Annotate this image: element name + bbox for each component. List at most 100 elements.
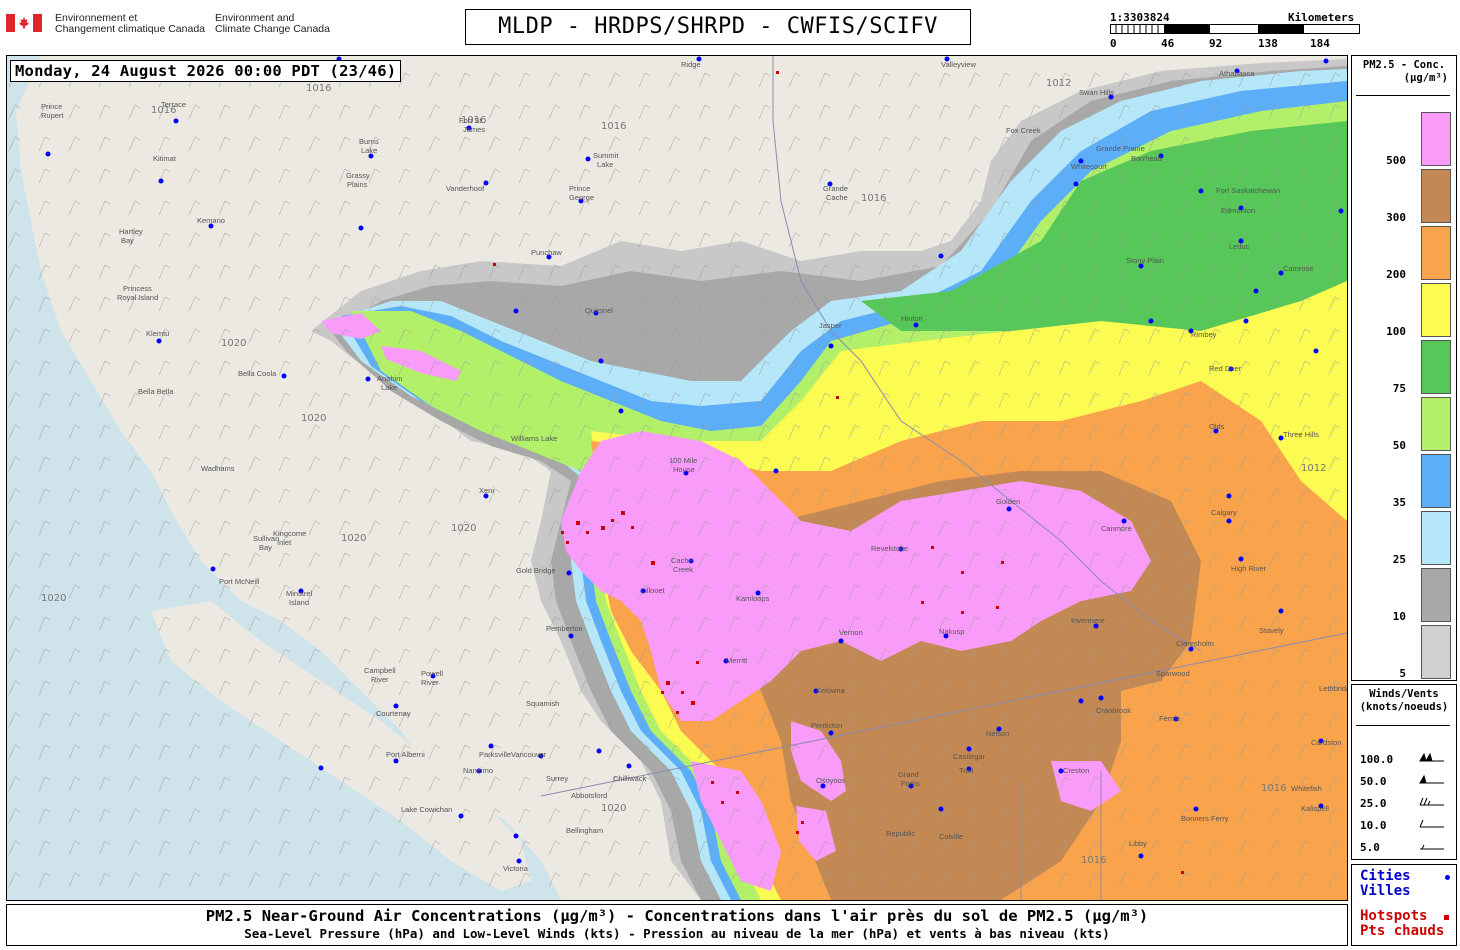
svg-text:River: River	[371, 675, 389, 684]
svg-text:Revelstoke: Revelstoke	[871, 544, 908, 553]
svg-text:Abbotsford: Abbotsford	[571, 791, 607, 800]
svg-text:Rimbey: Rimbey	[1191, 330, 1217, 339]
svg-text:Xeni: Xeni	[479, 486, 494, 495]
svg-text:George: George	[569, 193, 594, 202]
legend-swatch-100	[1421, 283, 1451, 337]
legend-level-label: 5	[1399, 667, 1406, 680]
legend-title-line2: (µg/m³)	[1403, 72, 1448, 84]
svg-text:Gold Bridge: Gold Bridge	[516, 566, 556, 575]
svg-text:Summit: Summit	[593, 151, 619, 160]
map-canvas[interactable]: 1016 1016 1016 1020 1020 1020 1020 1016 1016 1…	[7, 56, 1347, 900]
product-title: MLDP - HRDPS/SHRPD - CWFIS/SCIFV	[465, 9, 971, 45]
svg-text:Camrose: Camrose	[1283, 264, 1313, 273]
svg-text:Kemano: Kemano	[197, 216, 225, 225]
legend-level-label: 300	[1386, 211, 1406, 224]
svg-text:Forks: Forks	[901, 779, 920, 788]
svg-text:Grassy: Grassy	[346, 171, 370, 180]
legend-cities: Cities	[1360, 868, 1411, 884]
svg-text:Three Hills: Three Hills	[1283, 430, 1319, 439]
svg-text:Invermere: Invermere	[1071, 616, 1105, 625]
legend-swatch-5	[1421, 625, 1451, 679]
svg-text:Nakusp: Nakusp	[939, 627, 964, 636]
legend-villes: Villes	[1360, 883, 1411, 899]
legend-hotspots: Hotspots	[1360, 908, 1428, 924]
legend-level-label: 200	[1386, 268, 1406, 281]
svg-text:1016: 1016	[306, 83, 331, 94]
svg-text:Whitefish: Whitefish	[1291, 784, 1322, 793]
svg-text:Bella Coola: Bella Coola	[238, 369, 277, 378]
svg-text:Punchaw: Punchaw	[531, 248, 562, 257]
svg-text:Kelowna: Kelowna	[816, 686, 846, 695]
points-legend: Cities Villes Hotspots Pts chauds	[1351, 864, 1457, 946]
svg-text:Kalispell: Kalispell	[1301, 804, 1329, 813]
svg-text:Jasper: Jasper	[819, 321, 842, 330]
legend-swatch-300	[1421, 169, 1451, 223]
scale-tick-4: 184	[1310, 37, 1330, 50]
svg-text:1020: 1020	[451, 523, 476, 534]
svg-text:Castlegar: Castlegar	[953, 752, 986, 761]
svg-text:Fernie: Fernie	[1159, 714, 1180, 723]
svg-text:1020: 1020	[301, 413, 326, 424]
svg-text:1016: 1016	[861, 193, 886, 204]
legend-swatch-200	[1421, 226, 1451, 280]
scale-ratio: 1:3303824	[1110, 11, 1170, 24]
svg-text:Lake Cowichan: Lake Cowichan	[401, 805, 452, 814]
svg-text:Minstrel: Minstrel	[286, 589, 313, 598]
svg-text:High River: High River	[1231, 564, 1267, 573]
svg-text:Wadhams: Wadhams	[201, 464, 235, 473]
svg-text:Creston: Creston	[1063, 766, 1089, 775]
legend-swatch-10	[1421, 568, 1451, 622]
scale-tick-0: 0	[1110, 37, 1117, 50]
canada-flag-icon	[6, 14, 42, 32]
svg-text:Athabasca: Athabasca	[1219, 69, 1255, 78]
svg-text:Campbell: Campbell	[364, 666, 396, 675]
svg-text:1020: 1020	[601, 803, 626, 814]
legend-divider	[1356, 95, 1450, 96]
footer-line2: Sea-Level Pressure (hPa) and Low-Level W…	[244, 926, 1110, 941]
legend-pts-chauds: Pts chauds	[1360, 923, 1445, 939]
svg-text:1016: 1016	[601, 121, 626, 132]
legend-level-label: 100	[1386, 325, 1406, 338]
svg-text:Klemtu: Klemtu	[146, 329, 169, 338]
svg-text:1016: 1016	[1081, 855, 1106, 866]
legend-level-label: 10	[1392, 610, 1406, 623]
scale-tick-3: 138	[1258, 37, 1278, 50]
svg-text:Vanderhoof: Vanderhoof	[446, 184, 485, 193]
svg-text:Plains: Plains	[347, 180, 368, 189]
gov-fr-line2: Changement climatique Canada	[55, 23, 206, 35]
legend-swatch-50	[1421, 397, 1451, 451]
footer-line1: PM2.5 Near-Ground Air Concentrations (µg…	[205, 907, 1149, 925]
svg-text:Prince: Prince	[41, 102, 62, 111]
svg-text:Trail: Trail	[959, 766, 974, 775]
legend-swatch-500	[1421, 112, 1451, 166]
svg-text:Penticton: Penticton	[811, 721, 842, 730]
gov-en-line2: Climate Change Canada	[215, 23, 330, 35]
svg-text:Barrhead: Barrhead	[1131, 154, 1162, 163]
scale-tick-1: 46	[1161, 37, 1175, 50]
legend-level-label: 75	[1392, 382, 1406, 395]
svg-text:Fort Saskatchewan: Fort Saskatchewan	[1216, 186, 1280, 195]
legend-title-line1: PM2.5 - Conc.	[1362, 59, 1446, 71]
hotspot-square-icon	[1444, 915, 1449, 920]
svg-text:River: River	[421, 678, 439, 687]
svg-text:Calgary: Calgary	[1211, 508, 1237, 517]
svg-text:Canmore: Canmore	[1101, 524, 1132, 533]
svg-text:Anahim: Anahim	[377, 374, 402, 383]
svg-text:Leduc: Leduc	[1229, 242, 1250, 251]
svg-text:Port McNeill: Port McNeill	[219, 577, 260, 586]
scale-bar	[1110, 24, 1360, 34]
gov-name-french: Environnement et Changement climatique C…	[55, 13, 205, 35]
svg-text:Surrey: Surrey	[546, 774, 568, 783]
svg-text:Cache: Cache	[826, 193, 848, 202]
svg-text:Chilliwack: Chilliwack	[613, 774, 647, 783]
wind-row-100: 100.0	[1360, 753, 1394, 766]
svg-text:1012: 1012	[1046, 78, 1071, 89]
wind-row-10: 10.0	[1360, 819, 1387, 832]
map-panel[interactable]: 1016 1016 1016 1020 1020 1020 1020 1016 1016 1…	[6, 55, 1348, 901]
svg-text:Whitecourt: Whitecourt	[1071, 162, 1108, 171]
svg-text:Lake: Lake	[597, 160, 613, 169]
svg-text:Quesnel: Quesnel	[585, 306, 613, 315]
svg-text:Port Alberni: Port Alberni	[386, 750, 425, 759]
svg-text:Vancouver: Vancouver	[511, 750, 547, 759]
svg-text:Nanaimo: Nanaimo	[463, 766, 493, 775]
